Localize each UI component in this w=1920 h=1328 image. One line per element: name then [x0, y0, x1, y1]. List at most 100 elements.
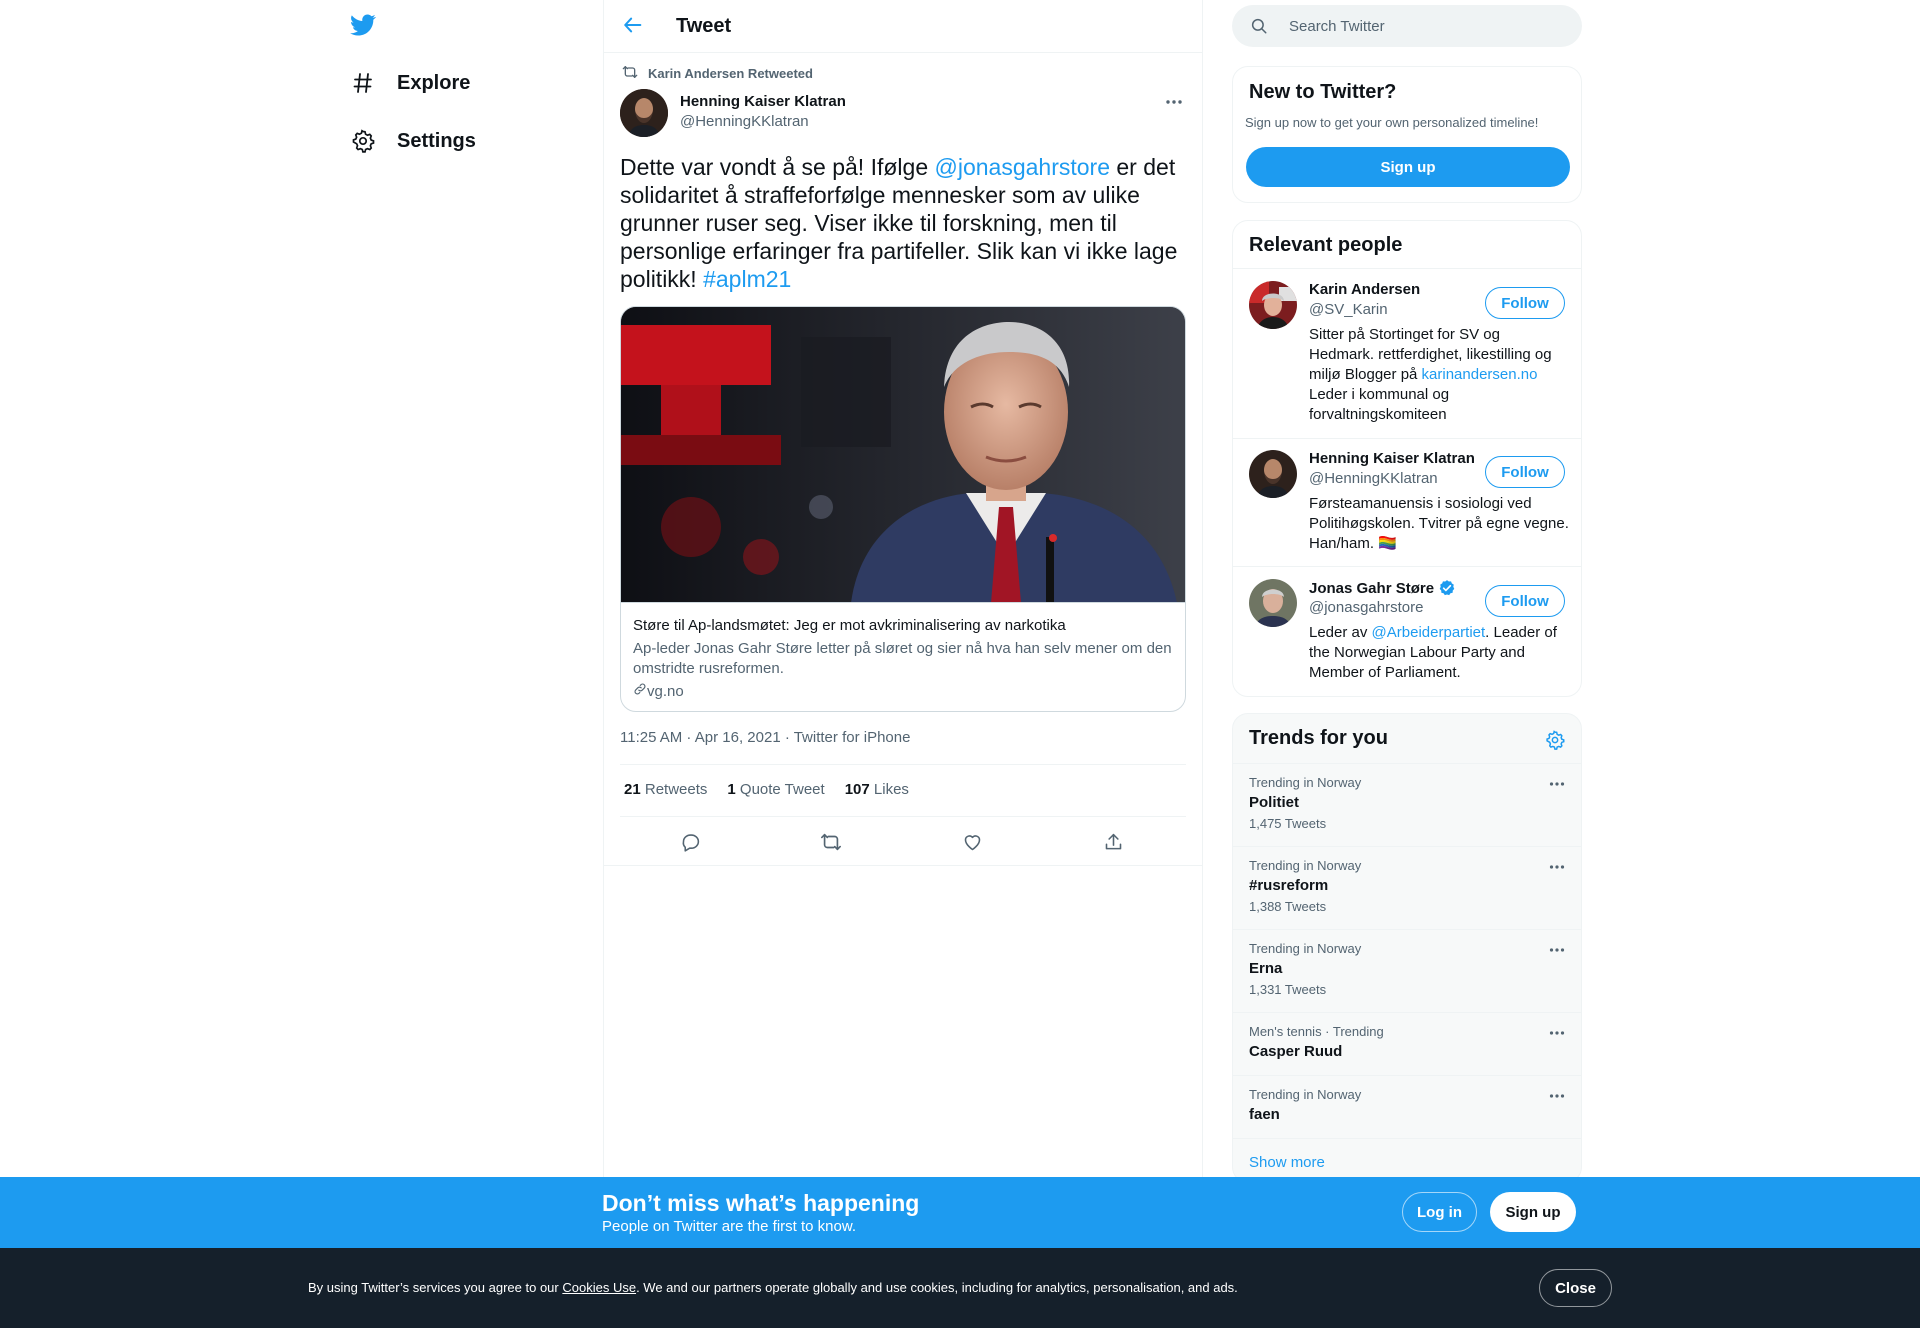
trend-context: Men's tennis · Trending	[1249, 1024, 1384, 1039]
person-bio: Leder av @Arbeiderpartiet. Leader of the…	[1309, 623, 1569, 683]
author-name[interactable]: Henning Kaiser Klatran	[680, 93, 846, 110]
person-handle[interactable]: @SV_Karin	[1309, 301, 1388, 318]
divider	[620, 816, 1186, 817]
more-options-icon[interactable]	[1549, 940, 1565, 958]
likes-stat[interactable]: 107 Likes	[845, 781, 909, 798]
nav-settings-label: Settings	[397, 129, 476, 152]
gear-icon[interactable]	[1545, 730, 1565, 755]
more-options-icon[interactable]	[1549, 1086, 1565, 1104]
divider	[604, 865, 1202, 866]
person-name[interactable]: Karin Andersen	[1309, 281, 1420, 298]
reply-icon[interactable]	[677, 829, 703, 855]
avatar[interactable]	[1249, 281, 1297, 329]
trend-context: Trending in Norway	[1249, 1087, 1362, 1102]
person-card[interactable]: Henning Kaiser Klatran @HenningKKlatran …	[1233, 438, 1581, 566]
tweet-stats: 21 Retweets 1 Quote Tweet 107 Likes	[624, 781, 909, 798]
sidebar-signup-button[interactable]: Sign up	[1246, 147, 1570, 187]
trend-item[interactable]: Trending in Norway #rusreform 1,388 Twee…	[1233, 846, 1581, 929]
main-column: Tweet Karin Andersen Retweeted Henning K…	[603, 0, 1203, 1328]
show-more-link[interactable]: Show more	[1249, 1154, 1325, 1171]
more-options-icon[interactable]	[1164, 92, 1184, 112]
bio-link[interactable]: @Arbeiderpartiet	[1372, 624, 1486, 641]
mention-link[interactable]: @jonasgahrstore	[935, 154, 1111, 180]
trend-item[interactable]: Trending in Norway faen	[1233, 1075, 1581, 1138]
cookie-close-button[interactable]: Close	[1539, 1269, 1612, 1307]
page-title: Tweet	[676, 15, 732, 37]
new-to-twitter-subtitle: Sign up now to get your own personalized…	[1245, 115, 1539, 130]
relevant-people-title: Relevant people	[1249, 234, 1403, 256]
cookie-text: By using Twitter’s services you agree to…	[308, 1280, 1238, 1295]
more-options-icon[interactable]	[1549, 1023, 1565, 1041]
retweet-small-icon	[620, 64, 648, 83]
trend-name: Erna	[1249, 960, 1283, 977]
cookie-text-prefix: By using Twitter’s services you agree to…	[308, 1280, 563, 1295]
trend-context: Trending in Norway	[1249, 775, 1362, 790]
twitter-logo-icon[interactable]	[348, 12, 380, 40]
follow-button[interactable]: Follow	[1485, 585, 1565, 617]
trend-count: 1,475 Tweets	[1249, 816, 1327, 831]
follow-button[interactable]: Follow	[1485, 287, 1565, 319]
tweet-actions	[620, 829, 1186, 855]
person-card[interactable]: Karin Andersen @SV_Karin Follow Sitter p…	[1233, 269, 1581, 438]
signup-prompt-bar: Don’t miss what’s happening People on Tw…	[0, 1177, 1920, 1248]
like-heart-icon[interactable]	[959, 829, 985, 855]
avatar[interactable]	[1249, 450, 1297, 498]
nav-explore[interactable]: Explore	[350, 63, 470, 103]
card-description: Ap-leder Jonas Gahr Støre letter på slør…	[633, 640, 1172, 677]
tweet-text: Dette var vondt å se på! Ifølge @jonasga…	[620, 153, 1190, 293]
person-name[interactable]: Henning Kaiser Klatran	[1309, 450, 1475, 467]
more-options-icon[interactable]	[1549, 774, 1565, 792]
trend-count: 1,388 Tweets	[1249, 899, 1327, 914]
retweeted-by[interactable]: Karin Andersen Retweeted	[620, 64, 813, 83]
author-handle[interactable]: @HenningKKlatran	[680, 113, 809, 130]
hashtag-icon	[350, 70, 376, 96]
avatar[interactable]	[1249, 579, 1297, 627]
person-handle[interactable]: @jonasgahrstore	[1309, 599, 1423, 616]
share-icon[interactable]	[1100, 829, 1126, 855]
gear-icon	[350, 128, 376, 154]
relevant-people-panel: Relevant people Karin Andersen @SV_Karin…	[1232, 220, 1582, 697]
login-button[interactable]: Log in	[1402, 1192, 1477, 1232]
trend-context: Trending in Norway	[1249, 858, 1362, 873]
retweets-stat[interactable]: 21 Retweets	[624, 781, 707, 798]
person-bio: Sitter på Stortinget for SV og Hedmark. …	[1309, 325, 1569, 425]
person-handle[interactable]: @HenningKKlatran	[1309, 470, 1438, 487]
signup-button[interactable]: Sign up	[1490, 1192, 1576, 1232]
bio-text: Leder av	[1309, 624, 1372, 641]
follow-button[interactable]: Follow	[1485, 456, 1565, 488]
trend-count: 1,331 Tweets	[1249, 982, 1327, 997]
person-name-text: Jonas Gahr Støre	[1309, 579, 1435, 597]
retweets-label: Retweets	[644, 781, 708, 798]
author-avatar[interactable]	[620, 89, 668, 137]
bio-text: Leder i kommunal og forvaltningskomiteen	[1309, 386, 1450, 423]
search-icon	[1250, 17, 1268, 40]
nav-explore-label: Explore	[397, 71, 471, 94]
tweet-meta[interactable]: 11:25 AM · Apr 16, 2021 · Twitter for iP…	[620, 729, 910, 746]
retweet-icon[interactable]	[818, 829, 844, 855]
quotes-stat[interactable]: 1 Quote Tweet	[727, 781, 824, 798]
trend-name: Politiet	[1249, 794, 1300, 811]
back-arrow-icon[interactable]	[622, 14, 646, 38]
bio-link[interactable]: karinandersen.no	[1422, 366, 1538, 383]
trend-item[interactable]: Trending in Norway Politiet 1,475 Tweets	[1233, 763, 1581, 846]
cookie-text-suffix: . We and our partners operate globally a…	[636, 1280, 1238, 1295]
likes-label: Likes	[873, 781, 909, 798]
search-input[interactable]: Search Twitter	[1289, 18, 1385, 35]
search-box[interactable]: Search Twitter	[1232, 5, 1582, 47]
more-options-icon[interactable]	[1549, 857, 1565, 875]
nav-settings[interactable]: Settings	[350, 121, 476, 161]
link-card[interactable]: Støre til Ap-landsmøtet: Jeg er mot avkr…	[620, 306, 1186, 712]
trend-item[interactable]: Trending in Norway Erna 1,331 Tweets	[1233, 929, 1581, 1012]
trend-item[interactable]: Men's tennis · Trending Casper Ruud	[1233, 1012, 1581, 1075]
likes-count: 107	[844, 781, 870, 798]
retweeted-by-label: Karin Andersen Retweeted	[648, 66, 813, 81]
card-image	[621, 307, 1185, 603]
cookies-use-link[interactable]: Cookies Use	[562, 1280, 636, 1295]
retweets-count: 21	[624, 781, 641, 798]
card-body: Støre til Ap-landsmøtet: Jeg er mot avkr…	[633, 616, 1173, 700]
trends-title: Trends for you	[1249, 727, 1388, 749]
trend-context: Trending in Norway	[1249, 941, 1362, 956]
hashtag-link[interactable]: #aplm21	[703, 266, 791, 292]
person-name[interactable]: Jonas Gahr Støre	[1309, 579, 1456, 597]
person-card[interactable]: Jonas Gahr Støre @jonasgahrstore Follow …	[1233, 567, 1581, 697]
